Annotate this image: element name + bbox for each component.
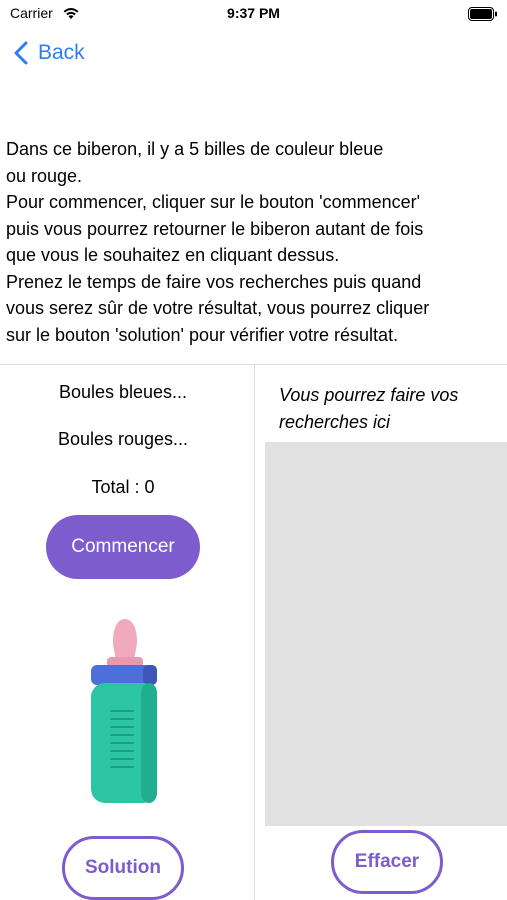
battery-icon [468,7,497,21]
start-button[interactable]: Commencer [46,515,200,579]
solution-button[interactable]: Solution [62,836,184,900]
back-label: Back [38,41,85,64]
chevron-left-icon [14,41,28,65]
back-button[interactable]: Back [14,38,85,68]
red-balls-counter: Boules rouges... [57,429,189,449]
vertical-divider [254,365,255,900]
status-bar: Carrier 9:37 PM [0,0,507,30]
clock: 9:37 PM [227,5,280,21]
clear-button[interactable]: Effacer [331,830,443,894]
notes-hint: Vous pourrez faire vos recherches ici [279,385,459,432]
blue-balls-counter: Boules bleues... [58,382,188,402]
total-counter: Total : 0 [91,477,155,497]
notes-textarea[interactable] [265,442,507,826]
instructions-text: Dans ce biberon, il y a 5 billes de coul… [6,139,430,345]
baby-bottle-icon[interactable] [85,617,165,807]
